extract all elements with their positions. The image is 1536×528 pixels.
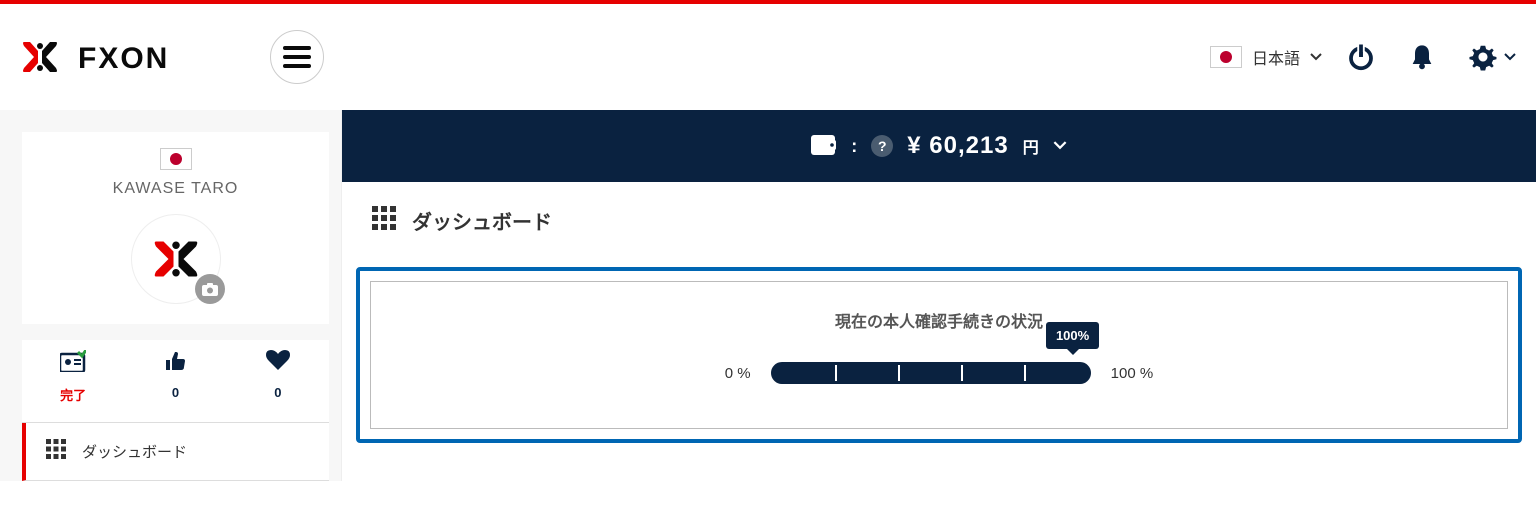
balance-bar[interactable]: : ? ¥ 60,213 円 — [342, 110, 1536, 182]
verification-card: 現在の本人確認手続きの状況 0 % 100 % 100% — [356, 267, 1522, 443]
power-button[interactable] — [1346, 42, 1376, 72]
main-content: : ? ¥ 60,213 円 — [342, 110, 1536, 481]
heart-icon — [266, 350, 290, 377]
flag-jp-icon — [160, 148, 192, 170]
avatar-logo-icon — [151, 234, 201, 284]
balance-amount: ¥ 60,213 — [907, 132, 1008, 160]
language-selector[interactable]: 日本語 — [1210, 45, 1322, 69]
page-title: ダッシュボード — [412, 206, 552, 235]
sidebar: KAWASE TARO — [0, 110, 342, 481]
chevron-down-icon — [1310, 48, 1322, 66]
hamburger-icon — [283, 46, 311, 68]
svg-text:FXON: FXON — [78, 42, 169, 75]
notifications-button[interactable] — [1408, 42, 1436, 72]
help-icon[interactable]: ? — [871, 135, 893, 157]
verification-progress: 0 % 100 % 100% — [725, 362, 1153, 384]
progress-start-label: 0 % — [725, 365, 751, 382]
gear-icon — [1468, 42, 1498, 72]
avatar[interactable] — [131, 214, 221, 304]
language-label: 日本語 — [1252, 45, 1300, 69]
stat-verification-label: 完了 — [60, 385, 86, 404]
flag-jp-icon — [1210, 46, 1242, 68]
stat-likes-count: 0 — [172, 385, 179, 400]
progress-tooltip: 100% — [1046, 322, 1099, 349]
bell-icon — [1408, 42, 1436, 72]
camera-icon[interactable] — [195, 274, 225, 304]
header: FXON 日本語 — [0, 4, 1536, 110]
verification-title: 現在の本人確認手続きの状況 — [835, 308, 1043, 332]
grid-icon — [46, 439, 66, 464]
menu-toggle-button[interactable] — [270, 30, 324, 84]
progress-end-label: 100 % — [1111, 365, 1154, 382]
page-title-row: ダッシュボード — [342, 182, 1536, 259]
chevron-down-icon — [1053, 137, 1067, 155]
grid-icon — [372, 206, 396, 235]
stat-favorites-count: 0 — [274, 385, 281, 400]
logo[interactable]: FXON — [20, 36, 240, 78]
balance-unit: 円 — [1023, 134, 1039, 158]
balance-separator: : — [851, 136, 857, 157]
thumbs-up-icon — [164, 350, 186, 377]
sidebar-item-dashboard[interactable]: ダッシュボード — [22, 423, 329, 481]
sidebar-item-label: ダッシュボード — [82, 441, 187, 462]
settings-button[interactable] — [1468, 42, 1516, 72]
power-icon — [1346, 42, 1376, 72]
stat-likes[interactable]: 0 — [135, 350, 215, 404]
wallet-icon — [811, 135, 837, 157]
profile-stats: 完了 0 0 — [22, 340, 329, 423]
id-card-icon — [60, 350, 86, 377]
stat-favorites[interactable]: 0 — [238, 350, 318, 404]
profile-section: KAWASE TARO — [22, 132, 329, 324]
logo-icon: FXON — [20, 36, 240, 78]
chevron-down-icon — [1504, 48, 1516, 66]
stat-verification[interactable]: 完了 — [33, 350, 113, 404]
profile-name: KAWASE TARO — [113, 180, 239, 198]
progress-bar — [771, 362, 1091, 384]
